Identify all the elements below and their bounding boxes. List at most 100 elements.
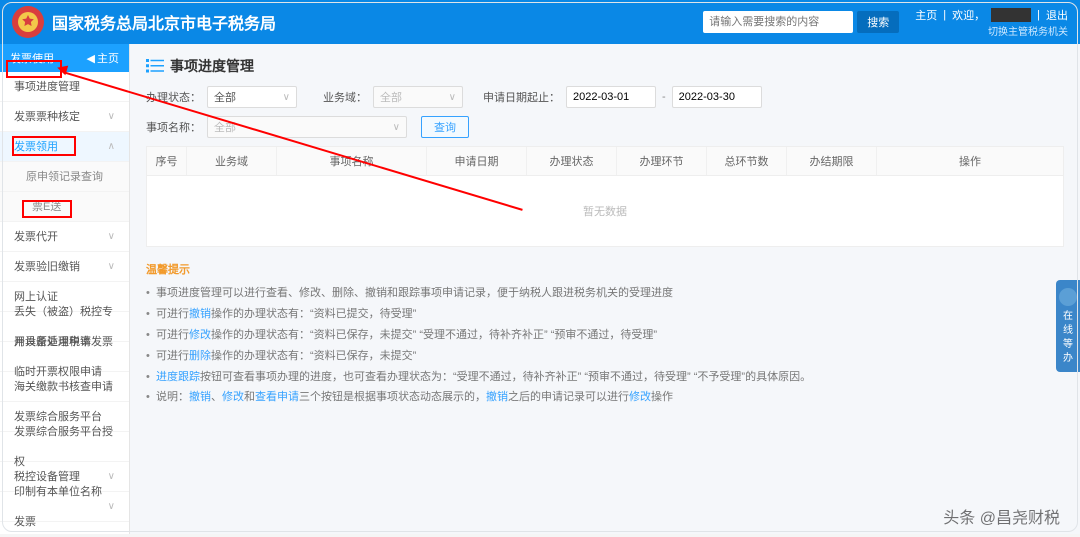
sidebar-item[interactable]: 发票验旧缴销∨	[0, 252, 129, 282]
app-logo	[12, 6, 44, 38]
logout-link[interactable]: 退出	[1046, 7, 1068, 23]
search-input[interactable]	[703, 11, 853, 33]
status-select[interactable]: 全部 ∨	[207, 86, 297, 108]
sidebar-item-label: 原申领记录查询	[26, 162, 103, 192]
sidebar-item[interactable]: 发票代开∨	[0, 222, 129, 252]
chevron-left-icon: ◀	[87, 52, 95, 65]
tip-link[interactable]: 撤销	[189, 308, 211, 320]
search-button[interactable]: 搜索	[857, 11, 899, 33]
tip-link[interactable]: 撤销	[189, 391, 211, 403]
emblem-icon	[16, 10, 40, 34]
tip-link[interactable]: 删除	[189, 350, 211, 362]
app-header: 国家税务总局北京市电子税务局 搜索 主页 | 欢迎， | 退出 切换主管税务机关	[0, 0, 1080, 44]
float-helper[interactable]: 在 线 等 办	[1056, 280, 1080, 372]
table-column-header: 业务域	[187, 147, 277, 175]
result-table: 序号业务域事项名称申请日期办理状态办理环节总环节数办结期限操作 暂无数据	[146, 146, 1064, 247]
filter-row-2: 事项名称： 全部∨ 查询	[146, 116, 1064, 138]
table-column-header: 序号	[147, 147, 187, 175]
tip-link[interactable]: 撤销	[486, 391, 508, 403]
table-column-header: 事项名称	[277, 147, 427, 175]
table-column-header: 操作	[877, 147, 1063, 175]
sidebar-home-label: 主页	[97, 50, 119, 66]
tip-text: 和	[244, 391, 255, 403]
sidebar-item-label: 海关缴款书核查申请	[14, 372, 113, 402]
app-title: 国家税务总局北京市电子税务局	[52, 10, 276, 34]
table-column-header: 申请日期	[427, 147, 527, 175]
chevron-icon: ∨	[108, 492, 115, 522]
tip-item: 可进行撤销操作的办理状态有：“资料已提交，待受理”	[146, 304, 1064, 325]
status-value: 全部	[214, 89, 236, 105]
watermark: 头条 @昌尧财税	[943, 504, 1060, 528]
sidebar-item[interactable]: 海关缴款书核查申请	[0, 372, 129, 402]
chevron-icon: ∧	[108, 132, 115, 162]
date-sep: -	[662, 91, 666, 103]
tip-text: 操作	[651, 391, 673, 403]
tip-item: 事项进度管理可以进行查看、修改、删除、撤销和跟踪事项申请记录，便于纳税人跟进税务…	[146, 283, 1064, 304]
sidebar-item[interactable]: 发票领用 ∧	[0, 132, 129, 162]
sidebar-item-label: 发票票种核定	[14, 102, 80, 132]
sidebar-category[interactable]: 发票使用	[10, 50, 54, 66]
sidebar: 发票使用 ◀ 主页 事项进度管理发票票种核定∨发票领用∧原申领记录查询票E送发票…	[0, 44, 130, 534]
domain-select[interactable]: 全部∨	[373, 86, 463, 108]
sidebar-item-label: 票E送	[32, 192, 61, 222]
tip-text: 操作的办理状态有：“资料已保存，未提交” “受理不通过，待补齐补正” “预审不通…	[211, 329, 657, 341]
date-to-input[interactable]	[672, 86, 762, 108]
sidebar-item[interactable]: 印制有本单位名称发票∨	[0, 492, 129, 522]
tip-text: 可进行	[156, 350, 189, 362]
chevron-icon: ∨	[108, 102, 115, 132]
switch-authority-link[interactable]: 切换主管税务机关	[988, 23, 1068, 38]
sep: |	[943, 9, 946, 21]
page-title-text: 事项进度管理	[170, 56, 254, 76]
tip-text: 三个按钮是根据事项状态动态展示的，	[299, 391, 486, 403]
filter-row-1: 办理状态： 全部∨ 业务域： 全部∨ 申请日期起止： -	[146, 86, 1064, 108]
home-link[interactable]: 主页	[915, 7, 937, 23]
sidebar-item-label: 发票验旧缴销	[14, 252, 80, 282]
query-button[interactable]: 查询	[421, 116, 469, 138]
body: 发票使用 ◀ 主页 事项进度管理发票票种核定∨发票领用∧原申领记录查询票E送发票…	[0, 44, 1080, 534]
sidebar-item-label: 发票领用	[14, 132, 58, 162]
tips-title: 温馨提示	[146, 261, 1064, 277]
sidebar-item[interactable]: 事项进度管理	[0, 72, 129, 102]
tip-link[interactable]: 进度跟踪	[156, 371, 200, 383]
date-from-input[interactable]	[566, 86, 656, 108]
sidebar-top: 发票使用 ◀ 主页	[0, 44, 129, 72]
table-column-header: 办理状态	[527, 147, 617, 175]
sidebar-item[interactable]: 票E送	[0, 192, 129, 222]
name-value: 全部	[214, 119, 236, 135]
sidebar-item[interactable]: 开具原适用税率发票临时开票权限申请	[0, 342, 129, 372]
tip-link[interactable]: 修改	[189, 329, 211, 341]
tip-text: 说明：	[156, 391, 189, 403]
list-icon	[146, 59, 164, 73]
tip-item: 进度跟踪按钮可查看事项办理的进度，也可查看办理状态为：“受理不通过，待补齐补正”…	[146, 367, 1064, 388]
table-column-header: 总环节数	[707, 147, 787, 175]
domain-label: 业务域：	[317, 89, 367, 105]
sidebar-menu: 事项进度管理发票票种核定∨发票领用∧原申领记录查询票E送发票代开∨发票验旧缴销∨…	[0, 72, 129, 522]
sidebar-item-label: 事项进度管理	[14, 72, 80, 102]
table-empty: 暂无数据	[147, 176, 1063, 246]
sep: |	[1037, 9, 1040, 21]
tip-link[interactable]: 查看申请	[255, 391, 299, 403]
sidebar-item[interactable]: 发票票种核定 ∨	[0, 102, 129, 132]
tip-text: 事项进度管理可以进行查看、修改、删除、撤销和跟踪事项申请记录，便于纳税人跟进税务…	[156, 287, 673, 299]
sidebar-home-link[interactable]: ◀ 主页	[87, 50, 119, 66]
chevron-icon: ∨	[108, 222, 115, 252]
tip-item: 可进行修改操作的办理状态有：“资料已保存，未提交” “受理不通过，待补齐补正” …	[146, 325, 1064, 346]
chevron-down-icon: ∨	[283, 92, 290, 103]
name-select[interactable]: 全部∨	[207, 116, 407, 138]
tip-link[interactable]: 修改	[222, 391, 244, 403]
tip-text: 按钮可查看事项办理的进度，也可查看办理状态为：“受理不通过，待补齐补正” “预审…	[200, 371, 811, 383]
search-box: 搜索	[703, 11, 899, 33]
tip-item: 可进行删除操作的办理状态有：“资料已保存，未提交”	[146, 346, 1064, 367]
user-name-masked	[991, 8, 1031, 22]
tip-text: 可进行	[156, 329, 189, 341]
tip-text: 之后的申请记录可以进行	[508, 391, 629, 403]
date-label: 申请日期起止：	[483, 89, 560, 105]
welcome-label: 欢迎，	[952, 7, 985, 23]
tips-list: 事项进度管理可以进行查看、修改、删除、撤销和跟踪事项申请记录，便于纳税人跟进税务…	[146, 283, 1064, 408]
domain-value: 全部	[380, 89, 402, 105]
chevron-icon: ∨	[108, 462, 115, 492]
main-content: 事项进度管理 办理状态： 全部∨ 业务域： 全部∨ 申请日期起止： - 事项名称…	[130, 44, 1080, 534]
sidebar-item[interactable]: 发票综合服务平台授权	[0, 432, 129, 462]
sidebar-item[interactable]: 原申领记录查询	[0, 162, 129, 192]
tip-link[interactable]: 修改	[629, 391, 651, 403]
